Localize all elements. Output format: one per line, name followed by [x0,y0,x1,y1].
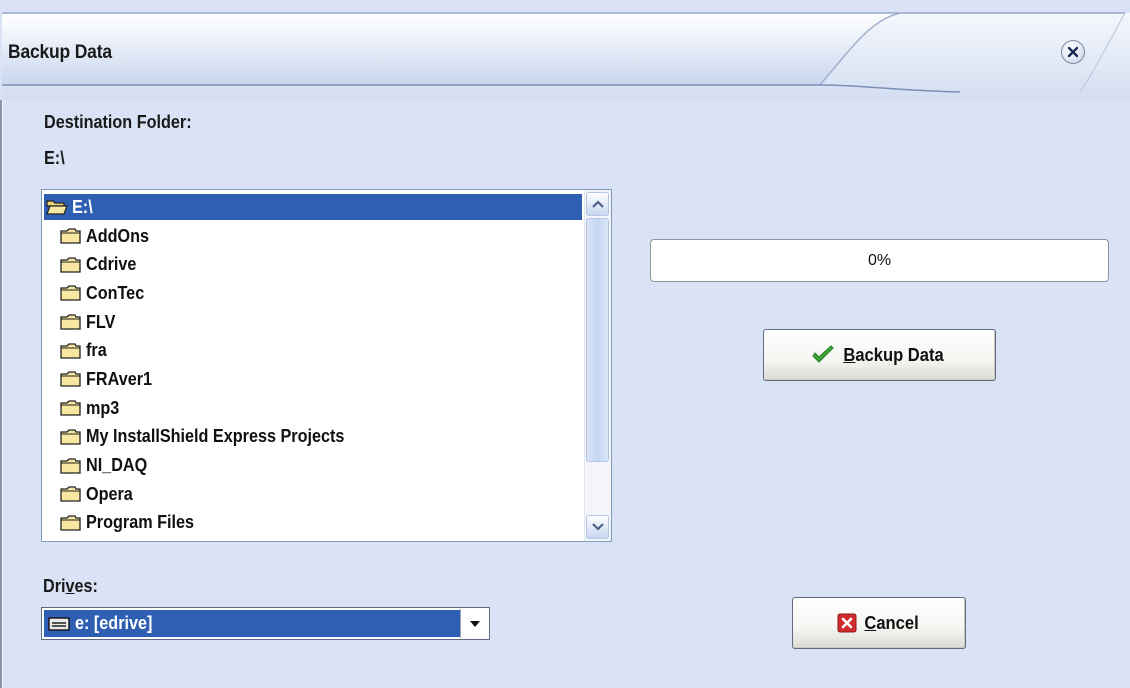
tree-item[interactable]: ConTec [42,279,586,308]
tree-item-label: FRAver1 [86,368,153,389]
close-button[interactable] [1061,40,1085,64]
tree-item-label: Opera [86,483,133,504]
tree-item-label: Cdrive [86,254,137,275]
window-title: Backup Data [8,42,112,63]
folder-icon [60,257,81,273]
drives-selected: e: [edrive] [44,610,462,637]
window-left-edge-highlight [2,0,3,688]
drives-label-part: Dri [43,576,66,596]
folder-icon [60,486,81,502]
scroll-up-button[interactable] [586,192,609,216]
folder-icon [60,371,81,388]
tree-item[interactable]: FRAver1 [42,365,586,394]
tree-item[interactable]: FLV [42,308,586,337]
folder-icon [60,314,81,330]
folder-icon [60,285,81,302]
chevron-down-icon [591,523,604,531]
cancel-mnemonic: C [864,612,877,633]
check-icon [812,345,834,363]
destination-folder-label: Destination Folder: [44,112,192,132]
drives-dropdown-button[interactable] [460,609,488,638]
title-bar: Backup Data [0,0,1130,100]
tree-item[interactable]: mp3 [42,394,586,423]
tree-item-label: FLV [86,311,116,332]
chevron-up-icon [591,200,604,208]
tree-item-label: Program Files [86,512,195,533]
tree-item[interactable]: Opera [42,480,586,509]
backup-mnemonic: B [843,344,856,365]
tree-item-root[interactable]: E:\ [42,193,586,222]
title-bar-background [0,0,1130,100]
folder-icon [60,228,81,244]
tree-item-label: ConTec [86,282,145,303]
drives-label-mnemonic: v [65,576,75,596]
tree-item-label: NI_DAQ [86,455,148,476]
close-icon [1067,46,1079,58]
drives-label-part: es: [74,576,98,596]
folder-icon [60,343,81,359]
tree-item-label: mp3 [86,397,120,418]
tree-item-label: E:\ [72,196,93,217]
tree-item[interactable]: Program Files [42,509,586,538]
cancel-label: ancel [876,612,919,633]
tree-item-label: fra [86,340,107,361]
cancel-button[interactable]: Cancel [792,597,966,649]
drives-label: Drives: [43,576,98,597]
folder-icon [60,457,81,474]
drives-select[interactable]: e: [edrive] [41,607,490,640]
progress-label: 0% [867,251,892,269]
vertical-scrollbar[interactable] [584,190,611,541]
folder-open-icon [46,200,68,215]
backup-label: ackup Data [855,344,944,365]
folder-icon [60,515,81,531]
tree-item[interactable]: fra [42,336,586,365]
destination-path: E:\ [44,148,65,168]
tree-item[interactable]: My InstallShield Express Projects [42,423,586,452]
triangle-down-icon [469,620,480,627]
folder-icon [60,429,81,445]
tree-item[interactable]: AddOns [42,222,586,251]
tree-item-label: My InstallShield Express Projects [86,426,345,447]
folder-tree[interactable]: E:\ AddOns Cdrive ConTec FLV fra FRAver1… [41,189,612,542]
tree-item[interactable]: Cdrive [42,250,586,279]
x-icon [837,613,857,633]
drive-icon [48,616,70,631]
backup-data-button[interactable]: Backup Data [763,329,996,381]
scroll-thumb[interactable] [586,218,609,462]
drives-selected-label: e: [edrive] [75,613,153,633]
progress-bar: 0% [650,239,1109,282]
tree-item-label: AddOns [86,225,149,246]
scroll-down-button[interactable] [586,515,609,539]
folder-icon [60,400,81,416]
tree-item[interactable]: NI_DAQ [42,451,586,480]
